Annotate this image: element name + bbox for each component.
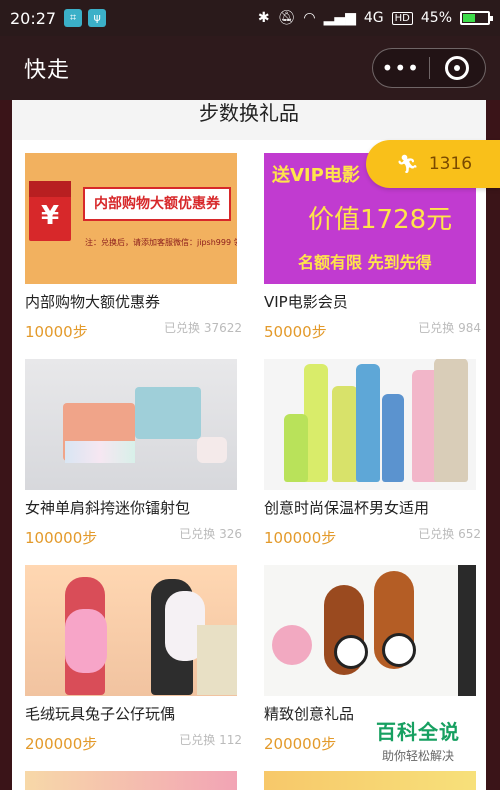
product-card-coupon[interactable]: ¥ 内部购物大额优惠券 注：兑换后，请添加客服微信：jipsh999 领取 内部… [25,153,242,358]
signal-icon: ▂▄▆ [323,10,356,26]
laser-bag-image [65,441,135,463]
product-price: 200000步 [25,735,98,753]
network-type: 4G [363,10,384,26]
coupon-banner-text: 内部购物大额优惠券 [83,187,231,221]
product-name: 女神单肩斜挎迷你镭射包 [25,499,191,517]
runner-icon: 🏃︎ [396,153,419,175]
product-card-thermos[interactable]: 创意时尚保温杯男女适用 100000步 已兑换 652 [264,359,481,564]
status-indicators: ✱ 🔕︎ ◠ ▂▄▆ 4G HD 45% [257,10,493,26]
cake-image [197,437,227,463]
watermark-title: 百科全说 [376,720,460,744]
product-sold-count: 已兑换 652 [418,527,481,541]
status-bar: 20:27 ⌗ ψ ✱ 🔕︎ ◠ ▂▄▆ 4G HD 45% [0,0,500,36]
product-name: 创意时尚保温杯男女适用 [264,499,430,517]
product-price: 50000步 [264,323,327,341]
cup-image [356,364,380,482]
product-sold-count: 已兑换 984 [418,321,481,335]
product-sold-count: 已兑换 326 [179,527,242,541]
section-title: 步数换礼品 [12,100,486,140]
product-image [264,565,476,696]
product-name: 内部购物大额优惠券 [25,293,161,311]
status-time: 20:27 [10,8,57,28]
close-mini-program-button[interactable] [430,56,486,80]
usb-icon: ψ [88,9,107,27]
clock-image [334,635,368,669]
more-options-button[interactable]: ••• [373,48,429,88]
wifi-icon: ◠ [303,10,316,26]
mute-icon: 🔕︎ [277,10,296,26]
product-image: ¥ 内部购物大额优惠券 注：兑换后，请添加客服微信：jipsh999 领取 [25,153,237,284]
app-header: 快走 ••• [0,36,500,100]
battery-percent: 45% [420,10,452,26]
battery-icon [460,11,493,25]
flowers-image [272,625,312,665]
product-price: 100000步 [264,529,337,547]
product-name: 毛绒玩具兔子公仔玩偶 [25,705,176,723]
vip-banner-line2: 价值1728元 [308,205,453,235]
yen-icon: ¥ [40,201,60,231]
product-image [264,359,476,490]
product-sold-count: 已兑换 112 [179,733,242,747]
step-count: 1316 [428,154,473,174]
product-sold-count: 已兑换 37622 [164,321,242,335]
coupon-note: 注：兑换后，请添加客服微信：jipsh999 领取 [85,238,237,247]
hd-badge: HD [391,11,413,25]
screenshot-icon: ⌗ [64,9,83,27]
target-close-icon [445,56,470,80]
product-card-bag[interactable]: 女神单肩斜挎迷你镭射包 100000步 已兑换 326 [25,359,242,564]
product-card-plush[interactable]: 毛绒玩具兔子公仔玩偶 200000步 已兑换 112 [25,565,242,770]
cup-image [382,394,404,482]
vip-banner-line3: 名额有限 先到先得 [298,253,432,272]
product-image [25,359,237,490]
product-card-partial[interactable] [25,771,237,790]
battery-fill [463,14,475,22]
cup-image [332,386,358,482]
clock-image [382,633,416,667]
bluetooth-icon: ✱ [257,10,270,26]
envelope-flap [29,181,71,197]
product-price: 200000步 [264,735,337,753]
cup-image [284,414,308,482]
product-card-partial[interactable] [264,771,476,790]
shelf-image [197,625,237,695]
cup-image [434,359,468,482]
product-price: 100000步 [25,529,98,547]
step-count-badge[interactable]: 🏃︎ 1316 [366,140,500,188]
red-envelope-icon: ¥ [29,181,71,241]
display-board-image [458,565,476,696]
product-name: VIP电影会员 [264,293,348,311]
app-title: 快走 [24,58,71,83]
watermark-subtitle: 助你轻松解决 [381,749,454,763]
mini-program-capsule: ••• [372,48,486,88]
product-price: 10000步 [25,323,88,341]
vip-banner-line1: 送VIP电影 [272,165,360,186]
product-name: 精致创意礼品 [264,705,355,723]
pink-bunny-image [65,609,107,673]
gift-exchange-panel: 步数换礼品 ¥ 内部购物大额优惠券 注：兑换后，请添加客服微信：jipsh999… [12,100,486,790]
product-image [25,565,237,696]
blue-bag-image [135,387,201,439]
watermark-logo: 百科全说 助你轻松解决 [364,716,472,764]
